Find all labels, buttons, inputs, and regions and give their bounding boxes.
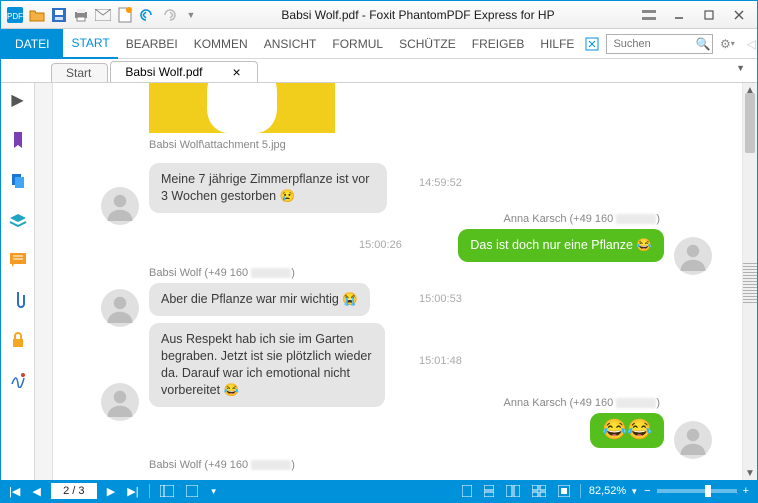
tab-start[interactable]: START <box>63 29 117 59</box>
window-title: Babsi Wolf.pdf - Foxit PhantomPDF Expres… <box>201 8 635 22</box>
chat-bubble-left: Aus Respekt hab ich sie im Garten begrab… <box>149 323 385 407</box>
side-panel: ▶ <box>1 83 35 480</box>
prev-page-icon[interactable]: ◀ <box>30 485 42 498</box>
timestamp: 15:01:48 <box>419 355 462 367</box>
chat-bubble-right: 😂😂 <box>590 413 664 448</box>
zoom-thumb[interactable] <box>705 485 711 497</box>
find-prev-icon[interactable] <box>582 34 602 54</box>
avatar-left <box>101 187 139 225</box>
last-page-icon[interactable]: ▶| <box>125 485 140 498</box>
tab-protect[interactable]: SCHÜTZE <box>391 29 464 59</box>
chat-bubble-left: Meine 7 jährige Zimmerpflanze ist vor 3 … <box>149 163 387 213</box>
view-mode-1-icon[interactable] <box>158 485 176 497</box>
tab-comment[interactable]: KOMMEN <box>186 29 256 59</box>
tab-share[interactable]: FREIGEB <box>464 29 533 59</box>
main-area: ▶ Babsi Wolf\attachment 5.jpg Meine 7 jä… <box>1 83 757 480</box>
window-controls <box>635 5 753 25</box>
scroll-hatch <box>743 263 757 303</box>
view-dropdown-icon[interactable]: ▼ <box>208 487 220 496</box>
ribbon-tabs: DATEI START BEARBEI KOMMEN ANSICHT FORMU… <box>1 29 757 59</box>
chat-bubble-right: Das ist doch nur eine Pflanze 😂 <box>458 229 664 262</box>
qat-dropdown-icon[interactable]: ▼ <box>181 5 201 25</box>
nav-back-icon[interactable]: ◁ <box>741 34 758 54</box>
pdf-page: Babsi Wolf\attachment 5.jpg Meine 7 jähr… <box>53 83 743 480</box>
app-icon: PDF <box>5 5 25 25</box>
attachment-caption: Babsi Wolf\attachment 5.jpg <box>149 139 286 151</box>
doctab-start[interactable]: Start <box>51 63 108 82</box>
vertical-scrollbar[interactable]: ▲ ▼ <box>743 83 757 480</box>
minimize-button[interactable] <box>665 5 693 25</box>
single-page-icon[interactable] <box>460 485 474 497</box>
avatar-left <box>101 289 139 327</box>
status-bar: |◀ ◀ ▶ ▶| ▼ 82,52% ▼ − + <box>1 480 757 502</box>
title-bar: PDF ▼ Babsi Wolf.pdf - Foxit PhantomPDF … <box>1 1 757 29</box>
sender-label: Anna Karsch (+49 160 ) <box>503 397 660 409</box>
tab-form[interactable]: FORMUL <box>324 29 391 59</box>
ribbon-toggle-icon[interactable] <box>635 5 663 25</box>
zoom-in-icon[interactable]: + <box>741 485 751 497</box>
attachment-image <box>149 83 335 133</box>
continuous-icon[interactable] <box>482 485 496 497</box>
doctab-current[interactable]: Babsi Wolf.pdf × <box>110 61 257 82</box>
signatures-icon[interactable] <box>7 369 29 391</box>
open-icon[interactable] <box>27 5 47 25</box>
search-input[interactable] <box>609 38 695 50</box>
svg-text:PDF: PDF <box>7 12 23 21</box>
bookmarks-icon[interactable] <box>7 129 29 151</box>
avatar-right <box>674 237 712 275</box>
maximize-button[interactable] <box>695 5 723 25</box>
panel-expand-icon[interactable]: ▶ <box>7 89 29 111</box>
print-icon[interactable] <box>71 5 91 25</box>
redo-icon[interactable] <box>159 5 179 25</box>
zoom-controls: 82,52% ▼ − + <box>589 485 751 497</box>
search-box[interactable]: 🔍 <box>606 34 713 54</box>
document-tabs: Start Babsi Wolf.pdf × ▼ <box>1 59 757 83</box>
attachments-icon[interactable] <box>7 289 29 311</box>
search-icon[interactable]: 🔍 <box>695 37 710 51</box>
security-icon[interactable] <box>7 329 29 351</box>
page-input[interactable] <box>51 483 97 499</box>
view-mode-2-icon[interactable] <box>184 485 200 497</box>
tab-view[interactable]: ANSICHT <box>256 29 325 59</box>
chat-bubble-left: Aber die Pflanze war mir wichtig 😭 <box>149 283 370 316</box>
sender-label: Babsi Wolf (+49 160 ) <box>149 267 295 279</box>
save-icon[interactable] <box>49 5 69 25</box>
new-doc-icon[interactable] <box>115 5 135 25</box>
tab-file[interactable]: DATEI <box>1 29 63 59</box>
zoom-dropdown-icon[interactable]: ▼ <box>630 487 638 496</box>
undo-icon[interactable] <box>137 5 157 25</box>
email-icon[interactable] <box>93 5 113 25</box>
layers-icon[interactable] <box>7 209 29 231</box>
timestamp: 14:59:52 <box>419 177 462 189</box>
zoom-label: 82,52% <box>589 485 626 497</box>
settings-gear-icon[interactable]: ⚙▾ <box>717 34 737 54</box>
canvas: Babsi Wolf\attachment 5.jpg Meine 7 jähr… <box>35 83 757 480</box>
comments-icon[interactable] <box>7 249 29 271</box>
first-page-icon[interactable]: |◀ <box>7 485 22 498</box>
fullscreen-icon[interactable] <box>556 485 572 497</box>
facing-cont-icon[interactable] <box>530 485 548 497</box>
pages-icon[interactable] <box>7 169 29 191</box>
facing-icon[interactable] <box>504 485 522 497</box>
tab-help[interactable]: HILFE <box>532 29 582 59</box>
close-button[interactable] <box>725 5 753 25</box>
doctabs-dropdown-icon[interactable]: ▼ <box>736 63 745 73</box>
page-gutter <box>35 83 53 480</box>
scroll-down-icon[interactable]: ▼ <box>743 466 757 480</box>
timestamp: 15:00:26 <box>359 239 402 251</box>
next-page-icon[interactable]: ▶ <box>105 485 117 498</box>
sender-label: Babsi Wolf (+49 160 ) <box>149 459 295 471</box>
sender-label: Anna Karsch (+49 160 ) <box>503 213 660 225</box>
zoom-slider[interactable] <box>657 489 737 493</box>
zoom-out-icon[interactable]: − <box>642 485 652 497</box>
scroll-thumb[interactable] <box>745 93 755 153</box>
avatar-left <box>101 383 139 421</box>
tab-edit[interactable]: BEARBEI <box>118 29 186 59</box>
timestamp: 15:00:53 <box>419 293 462 305</box>
quick-access-toolbar: PDF ▼ <box>5 5 201 25</box>
doctab-close-icon[interactable]: × <box>233 64 241 80</box>
avatar-right <box>674 421 712 459</box>
